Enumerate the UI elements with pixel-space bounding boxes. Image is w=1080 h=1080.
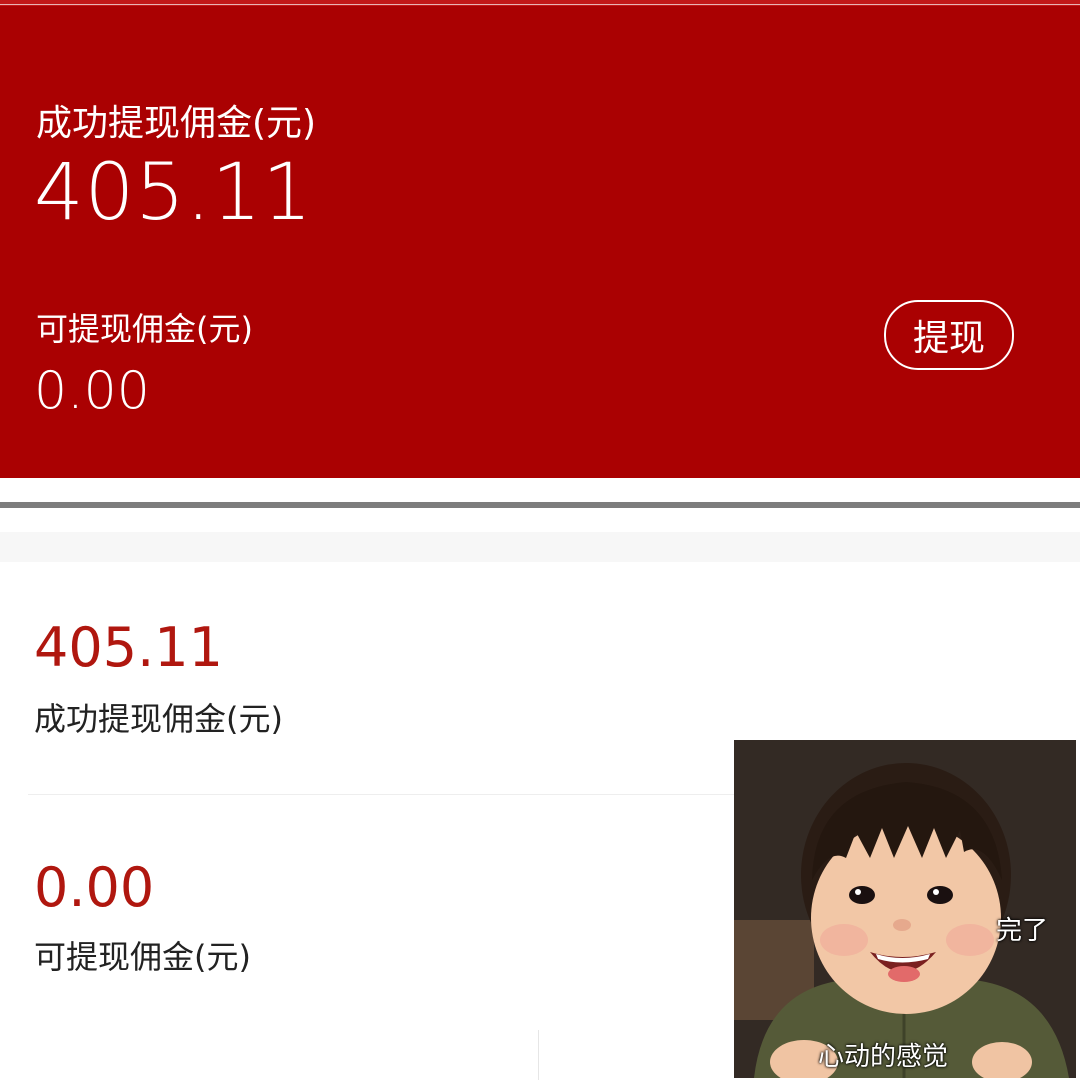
- section-divider: [0, 502, 1080, 508]
- success-withdraw-value: 405.11: [34, 148, 313, 238]
- success-withdraw-label: 成功提现佣金(元): [36, 103, 317, 144]
- commission-summary-card: 成功提现佣金(元) 405.11 可提现佣金(元) 0.00 提现: [0, 6, 1080, 478]
- available-withdraw-label: 可提现佣金(元): [36, 310, 253, 348]
- top-strip-line: [0, 4, 1080, 5]
- column-divider: [538, 1030, 539, 1080]
- meme-caption-bottom: 心动的感觉: [818, 1042, 949, 1072]
- row-divider: [28, 794, 738, 795]
- stats-available-value: 0.00: [34, 856, 155, 919]
- gray-separator: [0, 532, 1080, 562]
- meme-sticker: 完了 心动的感觉: [734, 740, 1076, 1078]
- stats-success-label: 成功提现佣金(元): [34, 700, 283, 738]
- available-withdraw-value: 0.00: [34, 361, 150, 421]
- withdraw-button[interactable]: 提现: [884, 300, 1014, 370]
- baby-face-illustration: [734, 740, 1076, 1078]
- stats-success-value: 405.11: [34, 616, 223, 679]
- stats-available-label: 可提现佣金(元): [34, 938, 251, 976]
- meme-caption-top: 完了: [996, 916, 1049, 946]
